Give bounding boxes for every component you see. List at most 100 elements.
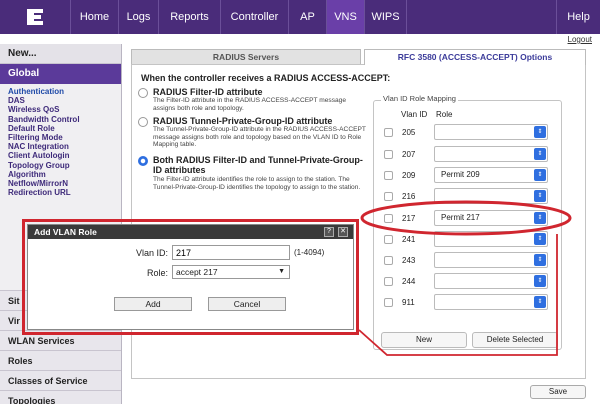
table-row: 243 ⇕ bbox=[380, 250, 556, 272]
row-role-select[interactable]: ⇕ bbox=[434, 231, 548, 247]
nav-tab-controller[interactable]: Controller bbox=[220, 0, 288, 34]
top-nav: Home Logs Reports Controller AP VNS WIPS… bbox=[0, 0, 600, 34]
row-checkbox[interactable] bbox=[384, 256, 393, 265]
select-arrows-icon[interactable]: ⇕ bbox=[534, 296, 546, 308]
vlan-id-label: Vlan ID: bbox=[135, 248, 168, 258]
row-checkbox[interactable] bbox=[384, 298, 393, 307]
select-arrows-icon[interactable]: ⇕ bbox=[534, 233, 546, 245]
row-role-select[interactable]: ⇕ bbox=[434, 273, 548, 289]
sidebar-item-topologies[interactable]: Topologies bbox=[0, 390, 121, 404]
new-mapping-button[interactable]: New bbox=[381, 332, 467, 348]
save-button[interactable]: Save bbox=[530, 385, 586, 399]
sidebar-item-filtering-mode[interactable]: Filtering Mode bbox=[8, 133, 121, 142]
sidebar-item-nac-integration[interactable]: NAC Integration bbox=[8, 142, 121, 151]
select-arrows-icon[interactable]: ⇕ bbox=[534, 275, 546, 287]
close-icon[interactable]: ✕ bbox=[338, 227, 348, 237]
column-header-vlan-id: Vlan ID bbox=[401, 110, 428, 119]
row-vlan-id: 209 bbox=[402, 171, 416, 180]
select-arrows-icon[interactable]: ⇕ bbox=[534, 190, 546, 202]
row-vlan-id: 207 bbox=[402, 150, 416, 159]
sidebar-global[interactable]: Global bbox=[0, 64, 121, 84]
sidebar-item-client-autologin[interactable]: Client Autologin bbox=[8, 151, 121, 160]
option-filter-id-desc: The Filter-ID attribute in the RADIUS AC… bbox=[153, 97, 346, 112]
role-select[interactable]: accept 217 ▼ bbox=[172, 265, 290, 279]
delete-selected-button[interactable]: Delete Selected bbox=[472, 332, 558, 348]
sidebar-item-authentication[interactable]: Authentication bbox=[8, 87, 121, 96]
row-role-select[interactable]: Permit 209 ⇕ bbox=[434, 167, 548, 183]
vlan-id-range-hint: (1-4094) bbox=[294, 248, 325, 257]
nav-tab-ap[interactable]: AP bbox=[288, 0, 326, 34]
row-checkbox[interactable] bbox=[384, 128, 393, 137]
dialog-titlebar[interactable]: Add VLAN Role bbox=[28, 225, 353, 239]
sidebar-item-classes-of-service[interactable]: Classes of Service bbox=[0, 370, 121, 390]
row-checkbox[interactable] bbox=[384, 277, 393, 286]
sidebar-item-wireless-qos[interactable]: Wireless QoS bbox=[8, 105, 121, 114]
sidebar-item-das[interactable]: DAS bbox=[8, 96, 121, 105]
nav-tab-home[interactable]: Home bbox=[70, 0, 118, 34]
radio-tunnel-private-group-id[interactable] bbox=[138, 117, 148, 127]
row-role-select[interactable]: ⇕ bbox=[434, 124, 548, 140]
row-checkbox[interactable] bbox=[384, 235, 393, 244]
sidebar-item-algorithm[interactable]: Algorithm bbox=[8, 170, 121, 179]
logout-link[interactable]: Logout bbox=[568, 35, 592, 44]
table-row: 207 ⇕ bbox=[380, 144, 556, 166]
dialog-cancel-button[interactable]: Cancel bbox=[208, 297, 286, 311]
radio-filter-id[interactable] bbox=[138, 88, 148, 98]
nav-tab-reports[interactable]: Reports bbox=[158, 0, 220, 34]
sidebar-item-redirection-url[interactable]: Redirection URL bbox=[8, 188, 121, 197]
sidebar-item-bandwidth-control[interactable]: Bandwidth Control bbox=[8, 115, 121, 124]
sidebar-item-default-role[interactable]: Default Role bbox=[8, 124, 121, 133]
table-row: 241 ⇕ bbox=[380, 229, 556, 251]
table-row: 217 Permit 217 ⇕ bbox=[380, 208, 556, 230]
dialog-title: Add VLAN Role bbox=[34, 227, 97, 237]
row-vlan-id: 216 bbox=[402, 192, 416, 201]
column-header-role: Role bbox=[436, 110, 453, 119]
add-vlan-role-dialog: Add VLAN Role ? ✕ Vlan ID: (1-4094) Role… bbox=[27, 224, 354, 330]
option-both-desc: The Filter-ID attribute identifies the r… bbox=[153, 176, 361, 191]
select-arrows-icon[interactable]: ⇕ bbox=[534, 126, 546, 138]
row-role-select[interactable]: Permit 217 ⇕ bbox=[434, 210, 548, 226]
select-arrows-icon[interactable]: ⇕ bbox=[534, 169, 546, 181]
sidebar-item-netflow-mirrorn[interactable]: Netflow/MirrorN bbox=[8, 179, 121, 188]
row-vlan-id: 911 bbox=[402, 298, 415, 307]
role-select-value: accept 217 bbox=[176, 267, 218, 277]
row-checkbox[interactable] bbox=[384, 171, 393, 180]
row-role-select[interactable]: ⇕ bbox=[434, 294, 548, 310]
nav-tab-wips[interactable]: WIPS bbox=[364, 0, 406, 34]
nav-tab-vns[interactable]: VNS bbox=[326, 0, 364, 34]
role-label: Role: bbox=[146, 268, 168, 278]
vlan-id-input[interactable] bbox=[172, 245, 290, 260]
table-row: 244 ⇕ bbox=[380, 271, 556, 293]
row-vlan-id: 241 bbox=[402, 235, 416, 244]
tab-rfc-3580-options[interactable]: RFC 3580 (ACCESS-ACCEPT) Options bbox=[364, 49, 586, 65]
row-role-select[interactable]: ⇕ bbox=[434, 146, 548, 162]
nav-spacer bbox=[406, 0, 556, 34]
row-checkbox[interactable] bbox=[384, 214, 393, 223]
select-arrows-icon[interactable]: ⇕ bbox=[534, 212, 546, 224]
row-role-value: Permit 217 bbox=[441, 213, 480, 222]
table-row: 209 Permit 209 ⇕ bbox=[380, 165, 556, 187]
extreme-logo-icon[interactable] bbox=[0, 0, 70, 34]
row-checkbox[interactable] bbox=[384, 150, 393, 159]
nav-help[interactable]: Help bbox=[556, 0, 600, 34]
nav-tab-logs[interactable]: Logs bbox=[118, 0, 158, 34]
row-vlan-id: 217 bbox=[402, 214, 416, 223]
row-role-select[interactable]: ⇕ bbox=[434, 252, 548, 268]
select-arrows-icon[interactable]: ⇕ bbox=[534, 148, 546, 160]
row-role-select[interactable]: ⇕ bbox=[434, 188, 548, 204]
row-vlan-id: 243 bbox=[402, 256, 416, 265]
option-tunnel-desc: The Tunnel-Private-Group-ID attribute in… bbox=[153, 126, 366, 149]
row-checkbox[interactable] bbox=[384, 192, 393, 201]
row-role-value: Permit 209 bbox=[441, 170, 480, 179]
table-row: 205 ⇕ bbox=[380, 122, 556, 144]
tab-radius-servers[interactable]: RADIUS Servers bbox=[131, 49, 361, 65]
help-icon[interactable]: ? bbox=[324, 227, 334, 237]
radio-both-attributes[interactable] bbox=[138, 156, 148, 166]
dialog-add-button[interactable]: Add bbox=[114, 297, 192, 311]
table-row: 216 ⇕ bbox=[380, 186, 556, 208]
sidebar-item-roles[interactable]: Roles bbox=[0, 350, 121, 370]
option-tunnel-title: RADIUS Tunnel-Private-Group-ID attribute bbox=[153, 116, 333, 126]
sidebar-item-topology-group[interactable]: Topology Group bbox=[8, 161, 121, 170]
select-arrows-icon[interactable]: ⇕ bbox=[534, 254, 546, 266]
sidebar-new[interactable]: New... bbox=[0, 44, 121, 64]
